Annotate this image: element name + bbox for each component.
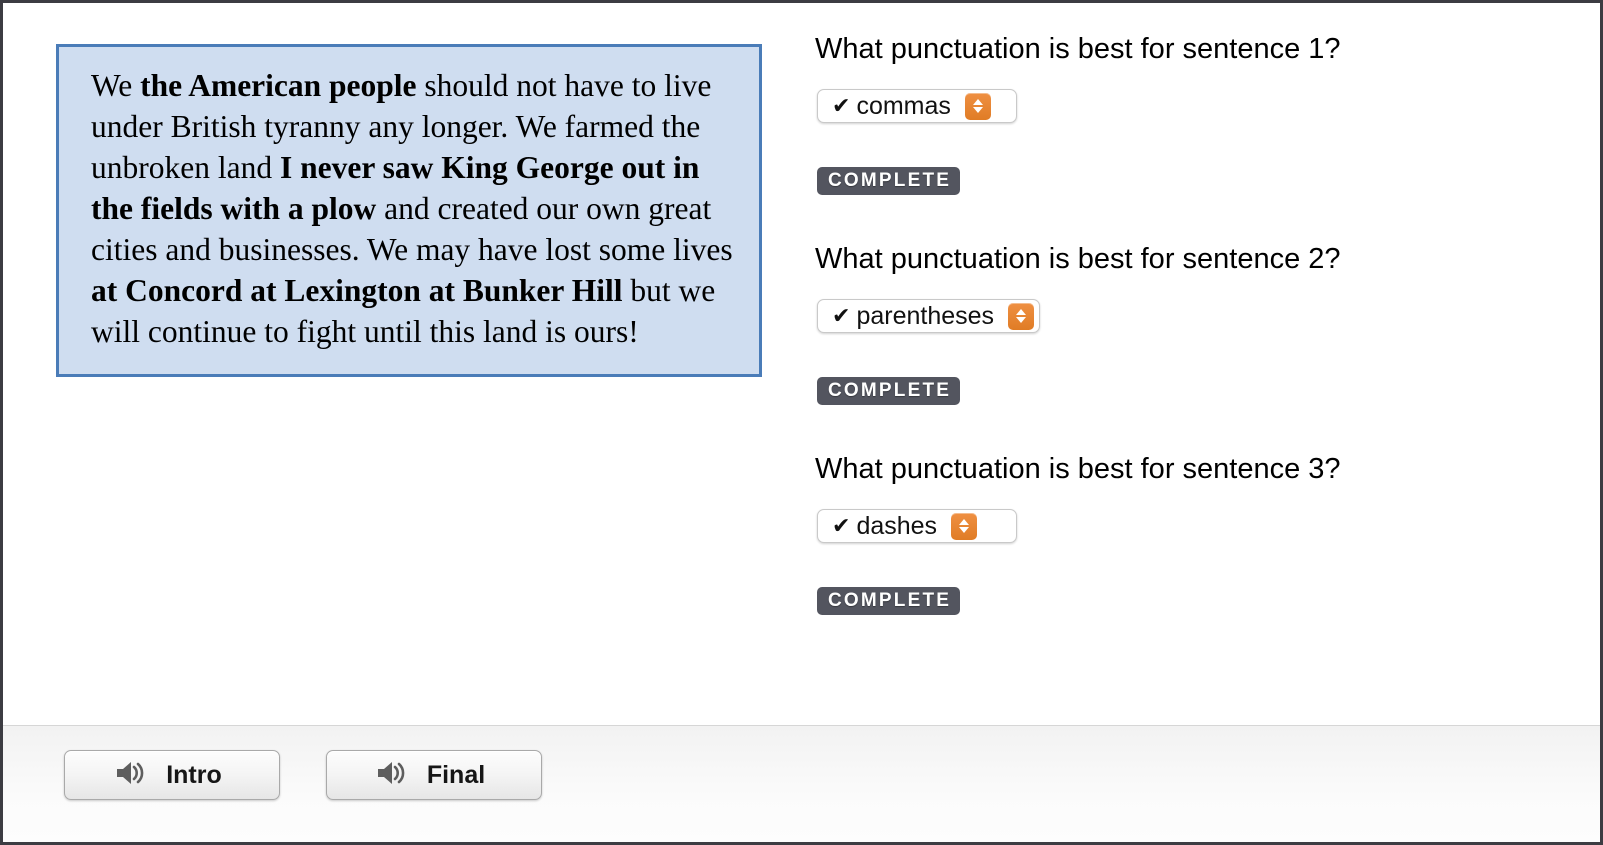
status-badge-3: COMPLETE [817, 587, 961, 615]
answer-check-icon-3: ✔ [832, 513, 851, 538]
status-badge-1: COMPLETE [817, 167, 961, 195]
content-area: We the American people should not have t… [3, 3, 1600, 725]
answer-select-1[interactable]: ✔ commas [817, 89, 1017, 123]
stepper-updown-icon-2[interactable] [1008, 302, 1035, 330]
question-label-2: What punctuation is best for sentence 2? [815, 243, 1341, 275]
answer-row-3: ✔ dashes [817, 509, 1515, 543]
question-block-1: What punctuation is best for sentence 1?… [815, 31, 1515, 195]
passage-text: We the American people should not have t… [91, 65, 733, 352]
answer-check-icon-2: ✔ [832, 303, 851, 328]
stepper-updown-icon-3[interactable] [951, 512, 978, 540]
stepper-updown-icon-1[interactable] [964, 92, 991, 120]
answer-value-1: commas [856, 92, 951, 120]
intro-button-label: Intro [166, 761, 222, 789]
speaker-icon [375, 758, 409, 793]
answer-select-2[interactable]: ✔ parentheses [817, 299, 1041, 333]
final-audio-button[interactable]: Final [326, 750, 542, 800]
answer-row-2: ✔ parentheses [817, 299, 1515, 333]
passage-segment: We [91, 68, 141, 103]
passage-bold-segment: the American people [140, 68, 417, 103]
footer-button-group: Intro Final [64, 750, 542, 800]
question-block-2: What punctuation is best for sentence 2?… [815, 241, 1515, 405]
answer-select-3[interactable]: ✔ dashes [817, 509, 1017, 543]
footer-toolbar: Intro Final [3, 725, 1600, 842]
question-column: What punctuation is best for sentence 1?… [815, 31, 1515, 619]
app-window: We the American people should not have t… [0, 0, 1603, 845]
answer-check-icon-1: ✔ [832, 93, 851, 118]
passage-box: We the American people should not have t… [56, 44, 762, 377]
passage-bold-segment: at Concord at Lexington at Bunker Hill [91, 273, 623, 308]
question-block-3: What punctuation is best for sentence 3?… [815, 451, 1515, 615]
question-label-1: What punctuation is best for sentence 1? [815, 33, 1341, 65]
answer-value-3: dashes [856, 512, 938, 540]
final-button-label: Final [426, 761, 486, 789]
intro-audio-button[interactable]: Intro [64, 750, 280, 800]
answer-row-1: ✔ commas [817, 89, 1515, 123]
status-badge-2: COMPLETE [817, 377, 961, 405]
answer-value-2: parentheses [856, 302, 995, 330]
speaker-icon [114, 758, 148, 793]
question-label-3: What punctuation is best for sentence 3? [815, 453, 1341, 485]
